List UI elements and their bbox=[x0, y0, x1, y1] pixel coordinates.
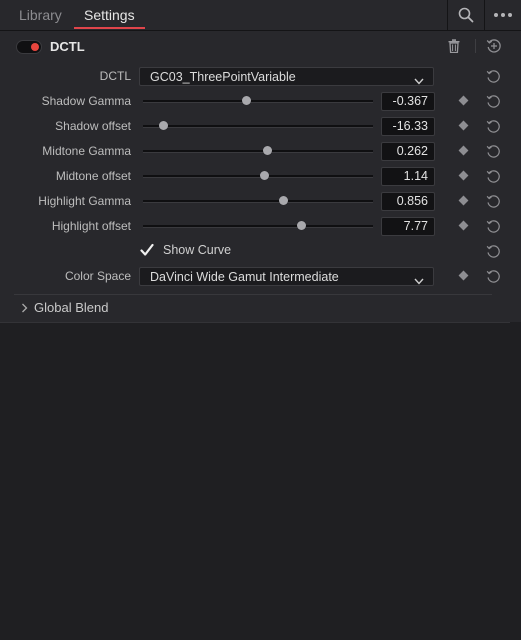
slider-thumb[interactable] bbox=[278, 196, 288, 205]
param-value-field[interactable]: 0.856 bbox=[381, 192, 435, 211]
param-value-field[interactable]: 0.262 bbox=[381, 142, 435, 161]
header-divider bbox=[475, 39, 476, 53]
more-options-icon[interactable] bbox=[485, 0, 521, 30]
reset-icon[interactable] bbox=[485, 68, 501, 84]
dctl-header: DCTL bbox=[0, 31, 521, 61]
slider-thumb[interactable] bbox=[242, 96, 251, 105]
param-slider[interactable] bbox=[143, 196, 373, 205]
section-divider bbox=[14, 294, 492, 295]
show-curve-checkbox[interactable] bbox=[139, 242, 155, 258]
chevron-down-icon bbox=[414, 272, 424, 290]
param-slider[interactable] bbox=[143, 146, 373, 155]
reset-icon[interactable] bbox=[485, 143, 501, 159]
reset-icon[interactable] bbox=[485, 218, 501, 234]
param-slider[interactable] bbox=[143, 221, 373, 230]
show-curve-label[interactable]: Show Curve bbox=[163, 243, 231, 257]
param-value-field[interactable]: 7.77 bbox=[381, 217, 435, 236]
chevron-down-icon bbox=[414, 72, 424, 90]
param-label: Highlight offset bbox=[51, 219, 131, 233]
slider-thumb[interactable] bbox=[262, 146, 272, 155]
reset-icon[interactable] bbox=[485, 193, 501, 209]
dctl-label: DCTL bbox=[99, 69, 131, 83]
reset-icon[interactable] bbox=[485, 118, 501, 134]
reset-icon[interactable] bbox=[485, 93, 501, 109]
param-value-field[interactable]: -0.367 bbox=[381, 92, 435, 111]
param-label: Midtone Gamma bbox=[42, 144, 131, 158]
top-bar: Library Settings bbox=[0, 0, 521, 31]
reset-all-icon[interactable] bbox=[485, 37, 503, 55]
active-tab-indicator bbox=[74, 27, 145, 29]
param-value-field[interactable]: -16.33 bbox=[381, 117, 435, 136]
search-icon[interactable] bbox=[448, 0, 484, 30]
panel-bottom-divider bbox=[0, 322, 510, 323]
reset-icon[interactable] bbox=[485, 268, 501, 284]
dctl-select[interactable]: GC03_ThreePointVariable bbox=[139, 67, 434, 86]
reset-icon[interactable] bbox=[485, 243, 501, 259]
color-space-label: Color Space bbox=[64, 269, 131, 283]
effect-title: DCTL bbox=[50, 39, 85, 54]
param-label: Shadow offset bbox=[55, 119, 131, 133]
param-slider[interactable] bbox=[143, 171, 373, 180]
tab-library[interactable]: Library bbox=[19, 0, 62, 30]
param-label: Highlight Gamma bbox=[38, 194, 131, 208]
reset-icon[interactable] bbox=[485, 168, 501, 184]
color-space-select[interactable]: DaVinci Wide Gamut Intermediate bbox=[139, 267, 434, 286]
global-blend-header[interactable]: Global Blend bbox=[34, 300, 108, 315]
param-label: Midtone offset bbox=[55, 169, 131, 183]
tab-settings[interactable]: Settings bbox=[84, 0, 135, 30]
param-label: Shadow Gamma bbox=[41, 94, 131, 108]
dctl-enable-toggle[interactable] bbox=[16, 40, 42, 54]
param-slider[interactable] bbox=[143, 96, 373, 105]
param-value-field[interactable]: 1.14 bbox=[381, 167, 435, 186]
dctl-select-value: GC03_ThreePointVariable bbox=[150, 70, 296, 84]
color-space-value: DaVinci Wide Gamut Intermediate bbox=[150, 270, 339, 284]
param-slider[interactable] bbox=[143, 121, 373, 130]
toggle-indicator bbox=[31, 43, 39, 51]
checkmark-icon bbox=[140, 243, 154, 256]
chevron-right-icon[interactable] bbox=[19, 302, 29, 314]
trash-icon[interactable] bbox=[446, 38, 462, 54]
